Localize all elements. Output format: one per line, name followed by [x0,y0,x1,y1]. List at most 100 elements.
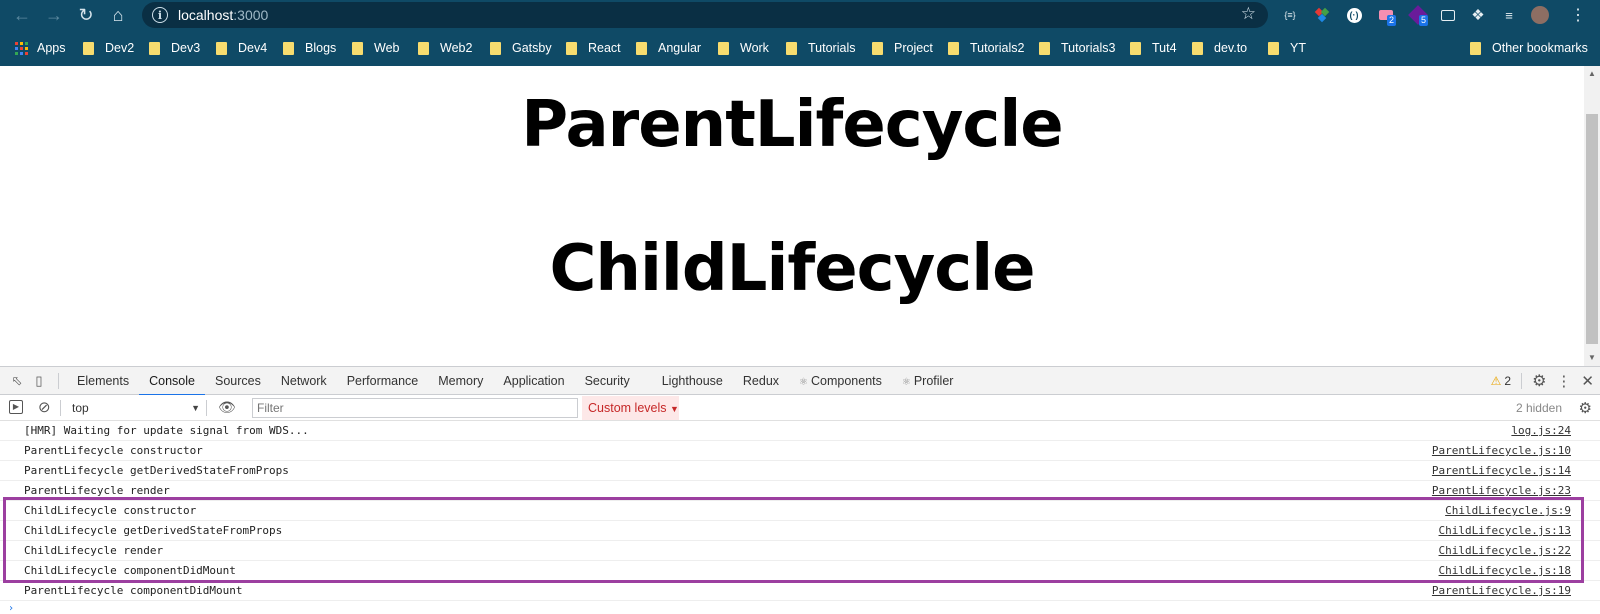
back-icon[interactable]: ← [6,0,38,30]
bookmark-folder[interactable]: Blogs [283,39,336,57]
tab-redux[interactable]: Redux [733,367,789,395]
bookmark-folder[interactable]: Dev2 [83,39,134,57]
bookmark-label: Apps [37,41,66,55]
bookmark-label: YT [1290,41,1306,55]
site-info-icon[interactable]: i [152,7,168,23]
tab-components-label: Components [811,373,882,388]
reload-icon[interactable]: ↻ [70,0,102,30]
child-heading: ChildLifecycle [549,232,1035,306]
tab-elements[interactable]: Elements [67,367,139,395]
tab-sources[interactable]: Sources [205,367,271,395]
other-bookmarks-label: Other bookmarks [1492,41,1588,55]
bookmark-folder[interactable]: Tut4 [1130,39,1177,57]
extensions-puzzle-icon[interactable]: ❖ [1468,5,1488,25]
bookmark-apps[interactable]: Apps [15,39,66,57]
tab-components[interactable]: ⚛ Components [789,367,892,395]
tab-profiler[interactable]: ⚛ Profiler [892,367,964,395]
scroll-down-icon[interactable]: ▼ [1588,354,1596,362]
bookmark-label: Work [740,41,769,55]
bookmark-label: Blogs [305,41,337,55]
log-source-link[interactable]: ParentLifecycle.js:10 [1432,441,1571,461]
extension-badge: 2 [1387,15,1397,26]
live-expression-eye-icon[interactable]: 👁 [218,399,236,416]
bookmark-label: Tut4 [1152,41,1177,55]
page-scrollbar[interactable]: ▲ ▼ [1584,66,1600,366]
bookmark-folder[interactable]: Tutorials2 [948,39,1024,57]
bookmark-label: dev.to [1214,41,1248,55]
tab-console[interactable]: Console [139,367,205,396]
folder-icon [636,41,647,55]
warning-icon: ⚠ [1490,374,1502,388]
tab-extension-icon[interactable]: 2 [1376,5,1397,26]
log-levels-dropdown[interactable]: Custom levels ▼ [582,396,679,420]
bookmark-folder[interactable]: Web [352,39,399,57]
bookmark-folder[interactable]: Angular [636,39,701,57]
folder-icon [83,41,94,55]
bookmark-folder[interactable]: Tutorials3 [1039,39,1115,57]
log-source-link[interactable]: ChildLifecycle.js:18 [1439,561,1571,581]
extension-badge: 5 [1419,15,1429,26]
redux-extension-icon[interactable]: 5 [1408,5,1429,26]
bookmark-folder[interactable]: Work [718,39,769,57]
bookmark-star-icon[interactable]: ☆ [1241,4,1256,24]
bookmark-folder[interactable]: Dev3 [149,39,200,57]
url-host: localhost [178,7,234,23]
tab-lighthouse[interactable]: Lighthouse [652,367,733,395]
bookmark-folder[interactable]: dev.to [1192,39,1247,57]
scroll-thumb[interactable] [1586,114,1598,344]
bookmark-folder[interactable]: Tutorials [786,39,855,57]
log-message: ParentLifecycle render [24,484,170,497]
bookmark-folder[interactable]: React [566,39,621,57]
log-row: ParentLifecycle render ParentLifecycle.js… [0,481,1600,501]
sidebar-toggle-icon[interactable]: ▶ [9,400,23,414]
log-source-link[interactable]: ChildLifecycle.js:9 [1445,501,1571,521]
tab-memory[interactable]: Memory [428,367,493,395]
bookmark-label: Tutorials2 [970,41,1025,55]
clear-console-icon[interactable]: ⊘ [38,398,51,416]
log-source-link[interactable]: ParentLifecycle.js:19 [1432,581,1571,601]
forward-icon[interactable]: → [38,0,70,30]
chrome-menu-icon[interactable]: ⋮ [1568,5,1588,25]
page-viewport: ParentLifecycle ChildLifecycle ▲ ▼ [0,66,1600,366]
bookmark-label: Web2 [440,41,473,55]
console-filter-input[interactable]: Filter [252,398,578,418]
bookmark-folder[interactable]: Dev4 [216,39,267,57]
tab-network[interactable]: Network [271,367,337,395]
device-toolbar-icon[interactable]: ▯ [28,370,50,392]
bookmark-folder[interactable]: Gatsby [490,39,552,57]
context-select[interactable]: top ▼ [66,398,204,418]
settings-gear-icon[interactable]: ⚙ [1532,371,1546,391]
profile-avatar[interactable] [1530,5,1550,25]
log-message: ParentLifecycle getDerivedStateFromProps [24,464,289,477]
home-icon[interactable]: ⌂ [102,0,134,30]
bookmark-folder[interactable]: YT [1268,39,1306,57]
address-bar[interactable]: i localhost:3000 ☆ [142,2,1268,28]
other-bookmarks[interactable]: Other bookmarks [1470,39,1588,57]
log-source-link[interactable]: ParentLifecycle.js:23 [1432,481,1571,501]
reading-list-icon[interactable]: ≡ [1499,5,1519,25]
screen-extension-icon[interactable] [1438,5,1458,25]
json-viewer-extension-icon[interactable]: {≡} [1280,5,1300,25]
log-row: [HMR] Waiting for update signal from WDS… [0,421,1600,441]
extension-circle-icon[interactable]: (·) [1344,5,1364,25]
tab-security[interactable]: Security [575,367,640,395]
log-source-link[interactable]: log.js:24 [1511,421,1571,441]
bookmark-folder[interactable]: Project [872,39,933,57]
log-message: ParentLifecycle componentDidMount [24,584,243,597]
inspect-element-icon[interactable]: ⬁ [6,370,28,392]
scroll-up-icon[interactable]: ▲ [1588,70,1596,78]
close-devtools-icon[interactable]: ✕ [1581,372,1594,390]
tab-performance[interactable]: Performance [337,367,429,395]
warnings-badge[interactable]: ⚠ 2 [1491,374,1511,388]
console-settings-gear-icon[interactable]: ⚙ [1579,399,1592,417]
bookmark-folder[interactable]: Web2 [418,39,472,57]
folder-icon [718,41,729,55]
log-source-link[interactable]: ParentLifecycle.js:14 [1432,461,1571,481]
log-source-link[interactable]: ChildLifecycle.js:13 [1439,521,1571,541]
color-picker-extension-icon[interactable] [1312,5,1332,25]
more-options-icon[interactable]: ⋮ [1556,372,1571,390]
log-source-link[interactable]: ChildLifecycle.js:22 [1439,541,1571,561]
apps-grid-icon [15,41,28,55]
tab-application[interactable]: Application [493,367,574,395]
folder-icon [1130,41,1141,55]
